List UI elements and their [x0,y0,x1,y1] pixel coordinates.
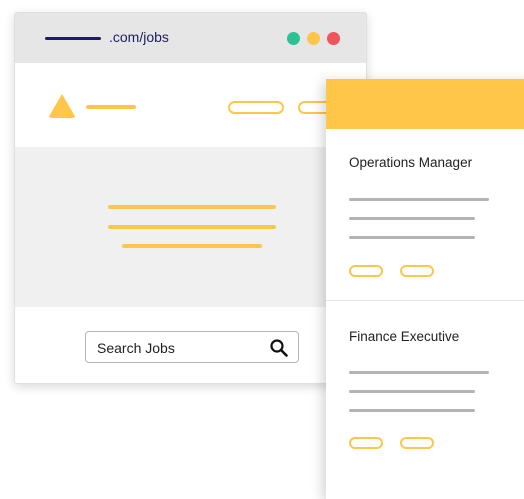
logo-text-placeholder [86,105,136,109]
search-icon[interactable] [269,338,289,358]
job-tag[interactable] [349,265,383,277]
job-title[interactable]: Finance Executive [349,328,459,346]
job-tag[interactable] [349,437,383,449]
job-card[interactable]: Operations Manager [326,129,524,299]
url-text[interactable]: .com/jobs [109,28,169,46]
logo-icon[interactable] [48,94,76,118]
job-description-line [349,236,475,239]
browser-window: .com/jobs Search Jobs [14,12,367,384]
job-card[interactable]: Finance Executive [326,301,524,471]
hero-text-line [108,205,276,209]
panel-header [326,79,524,129]
job-description-line [349,371,489,374]
job-description-line [349,390,475,393]
job-tag[interactable] [400,265,434,277]
hero-section [15,147,366,307]
job-description-line [349,217,475,220]
job-listings-panel: Operations Manager Finance Executive [326,79,524,499]
job-tag[interactable] [400,437,434,449]
hero-text-line [122,244,262,248]
search-jobs-label: Search Jobs [97,340,175,356]
window-control-red[interactable] [327,32,340,45]
search-jobs-input[interactable]: Search Jobs [85,331,299,363]
url-placeholder-line [45,37,101,40]
window-control-yellow[interactable] [307,32,320,45]
window-control-green[interactable] [287,32,300,45]
browser-titlebar: .com/jobs [15,13,366,63]
hero-text-line [108,225,276,229]
job-title[interactable]: Operations Manager [349,154,472,172]
site-navbar [15,63,366,147]
job-description-line [349,409,475,412]
nav-button-1[interactable] [228,101,284,114]
job-description-line [349,198,489,201]
